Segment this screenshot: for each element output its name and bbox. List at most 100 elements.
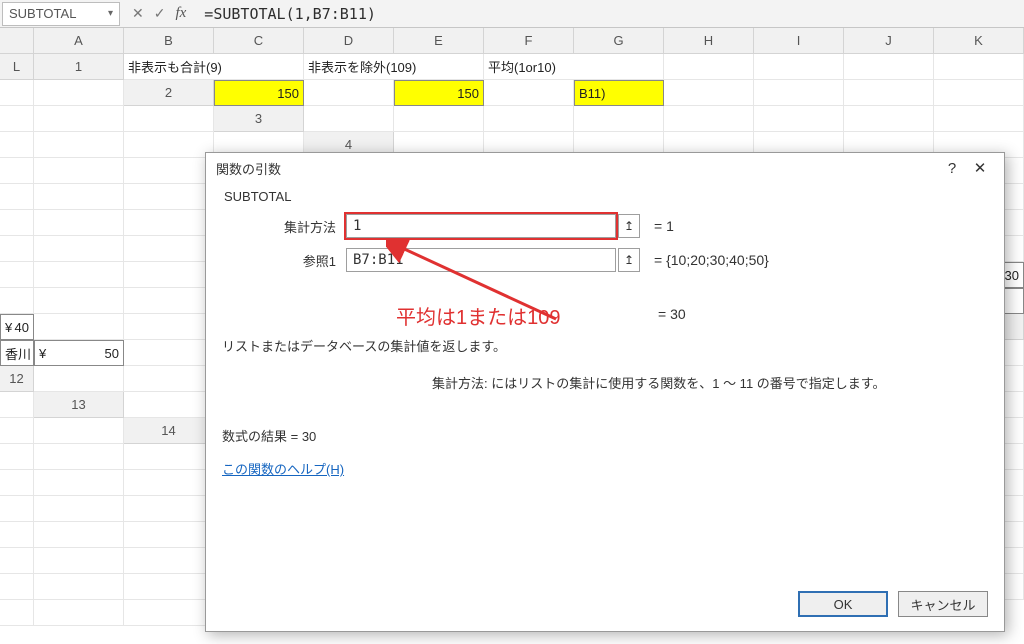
cell[interactable] bbox=[0, 158, 34, 184]
cell[interactable] bbox=[34, 470, 124, 496]
cell[interactable] bbox=[0, 418, 34, 444]
cell-E1[interactable]: 平均(1or10) bbox=[484, 54, 664, 80]
row-header-14[interactable]: 14 bbox=[124, 418, 214, 444]
cell[interactable] bbox=[34, 158, 124, 184]
cell[interactable] bbox=[34, 184, 124, 210]
col-header-H[interactable]: H bbox=[664, 28, 754, 54]
cell[interactable] bbox=[34, 418, 124, 444]
arg2-input[interactable]: B7:B11 bbox=[346, 248, 616, 272]
row-header-2[interactable]: 2 bbox=[124, 80, 214, 106]
cancel-button[interactable]: キャンセル bbox=[898, 591, 988, 617]
cell[interactable] bbox=[124, 366, 214, 392]
cell[interactable] bbox=[124, 392, 214, 418]
close-icon[interactable]: ✕ bbox=[966, 159, 994, 177]
cell-B10[interactable]: ¥40 bbox=[0, 314, 34, 340]
cell[interactable] bbox=[124, 600, 214, 626]
cell[interactable] bbox=[394, 106, 484, 132]
name-box[interactable]: SUBTOTAL ▾ bbox=[2, 2, 120, 26]
cell[interactable] bbox=[0, 210, 34, 236]
cell[interactable] bbox=[124, 184, 214, 210]
ok-button[interactable]: OK bbox=[798, 591, 888, 617]
cell[interactable] bbox=[304, 80, 394, 106]
col-header-D[interactable]: D bbox=[304, 28, 394, 54]
cell[interactable] bbox=[124, 158, 214, 184]
cell[interactable] bbox=[484, 106, 574, 132]
cell[interactable] bbox=[34, 366, 124, 392]
cell[interactable] bbox=[34, 236, 124, 262]
cell[interactable] bbox=[124, 548, 214, 574]
cell-A2[interactable]: 150 bbox=[214, 80, 304, 106]
cell[interactable] bbox=[754, 80, 844, 106]
cell[interactable] bbox=[0, 236, 34, 262]
cell-A11[interactable]: 香川 bbox=[0, 340, 34, 366]
cell-C1[interactable]: 非表示を除外(109) bbox=[304, 54, 484, 80]
cell[interactable] bbox=[124, 340, 214, 366]
cell[interactable] bbox=[664, 106, 754, 132]
col-header-E[interactable]: E bbox=[394, 28, 484, 54]
function-help-link[interactable]: この関数のヘルプ(H) bbox=[222, 459, 344, 478]
cell[interactable] bbox=[124, 444, 214, 470]
col-header-G[interactable]: G bbox=[574, 28, 664, 54]
cell[interactable] bbox=[34, 548, 124, 574]
collapse-dialog-icon[interactable]: ↥ bbox=[618, 248, 640, 272]
cell[interactable] bbox=[34, 574, 124, 600]
cell[interactable] bbox=[34, 80, 124, 106]
dialog-titlebar[interactable]: 関数の引数 ? ✕ bbox=[206, 153, 1004, 183]
formula-input[interactable]: =SUBTOTAL(1,B7:B11) bbox=[196, 5, 1024, 23]
col-header-K[interactable]: K bbox=[934, 28, 1024, 54]
cell[interactable] bbox=[34, 600, 124, 626]
collapse-dialog-icon[interactable]: ↥ bbox=[618, 214, 640, 238]
cell[interactable] bbox=[34, 496, 124, 522]
cell[interactable] bbox=[0, 288, 34, 314]
select-all-corner[interactable] bbox=[0, 28, 34, 54]
arg1-input[interactable]: 1 bbox=[346, 214, 616, 238]
cell[interactable] bbox=[0, 262, 34, 288]
cell[interactable] bbox=[0, 80, 34, 106]
col-header-F[interactable]: F bbox=[484, 28, 574, 54]
cell[interactable] bbox=[124, 262, 214, 288]
cell[interactable] bbox=[934, 106, 1024, 132]
cell[interactable] bbox=[34, 444, 124, 470]
cell[interactable] bbox=[124, 574, 214, 600]
cell[interactable] bbox=[124, 106, 214, 132]
col-header-A[interactable]: A bbox=[34, 28, 124, 54]
cell-A1[interactable]: 非表示も合計(9) bbox=[124, 54, 304, 80]
cell[interactable] bbox=[844, 54, 934, 80]
col-header-B[interactable]: B bbox=[124, 28, 214, 54]
cell[interactable] bbox=[0, 574, 34, 600]
cell[interactable] bbox=[574, 106, 664, 132]
row-header-13[interactable]: 13 bbox=[34, 392, 124, 418]
cell[interactable] bbox=[0, 132, 34, 158]
cell[interactable] bbox=[124, 288, 214, 314]
cell[interactable] bbox=[34, 314, 124, 340]
cell[interactable] bbox=[0, 522, 34, 548]
row-header-12[interactable]: 12 bbox=[0, 366, 34, 392]
cell[interactable] bbox=[124, 470, 214, 496]
col-header-L[interactable]: L bbox=[0, 54, 34, 80]
cell[interactable] bbox=[844, 106, 934, 132]
cell[interactable] bbox=[304, 106, 394, 132]
col-header-I[interactable]: I bbox=[754, 28, 844, 54]
cell[interactable] bbox=[934, 80, 1024, 106]
cell-C2[interactable]: 150 bbox=[394, 80, 484, 106]
cell[interactable] bbox=[124, 496, 214, 522]
cell[interactable] bbox=[0, 600, 34, 626]
fx-icon[interactable]: fx bbox=[175, 5, 186, 22]
cell[interactable] bbox=[124, 236, 214, 262]
cell[interactable] bbox=[754, 106, 844, 132]
cell[interactable] bbox=[124, 314, 214, 340]
cell[interactable] bbox=[0, 548, 34, 574]
cell[interactable] bbox=[934, 54, 1024, 80]
col-header-J[interactable]: J bbox=[844, 28, 934, 54]
cell-E2[interactable]: B11) bbox=[574, 80, 664, 106]
cell[interactable] bbox=[34, 132, 124, 158]
cell[interactable] bbox=[0, 444, 34, 470]
row-header-3[interactable]: 3 bbox=[214, 106, 304, 132]
cell-B11[interactable]: ¥50 bbox=[34, 340, 124, 366]
confirm-icon[interactable]: ✓ bbox=[154, 5, 166, 22]
cell[interactable] bbox=[0, 106, 34, 132]
cell[interactable] bbox=[34, 522, 124, 548]
cancel-icon[interactable]: ✕ bbox=[132, 5, 144, 22]
cell[interactable] bbox=[0, 496, 34, 522]
cell[interactable] bbox=[34, 262, 124, 288]
